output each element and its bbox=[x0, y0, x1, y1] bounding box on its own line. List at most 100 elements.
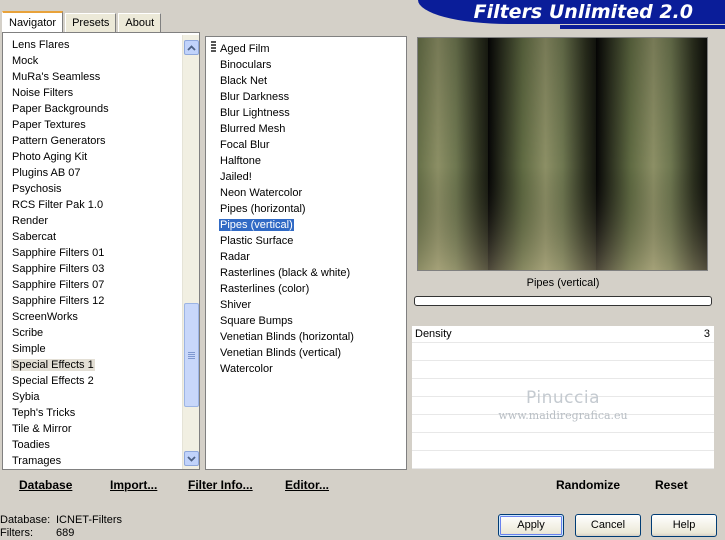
category-item[interactable]: Simple bbox=[3, 341, 199, 357]
filter-item[interactable]: Aged Film bbox=[206, 41, 406, 57]
chevron-down-icon bbox=[187, 455, 196, 462]
cancel-button[interactable]: Cancel bbox=[575, 514, 641, 537]
category-item[interactable]: Lens Flares bbox=[3, 37, 199, 53]
scroll-up-button[interactable] bbox=[184, 40, 199, 55]
chevron-up-icon bbox=[187, 44, 196, 51]
filter-item[interactable]: Blur Darkness bbox=[206, 89, 406, 105]
database-button[interactable]: Database bbox=[19, 478, 72, 492]
category-item-label: Sapphire Filters 12 bbox=[12, 295, 105, 307]
category-item[interactable]: Render bbox=[3, 213, 199, 229]
category-item-label: Teph's Tricks bbox=[12, 407, 76, 419]
category-item-label: Sabercat bbox=[12, 231, 57, 243]
category-item[interactable]: Scribe bbox=[3, 325, 199, 341]
category-item[interactable]: Tramages bbox=[3, 453, 199, 469]
filter-item[interactable]: Jailed! bbox=[206, 169, 406, 185]
category-item[interactable]: Paper Backgrounds bbox=[3, 101, 199, 117]
category-item-label: Paper Textures bbox=[12, 119, 86, 131]
category-item[interactable]: Sapphire Filters 12 bbox=[3, 293, 199, 309]
category-item[interactable]: ScreenWorks bbox=[3, 309, 199, 325]
category-item[interactable]: Photo Aging Kit bbox=[3, 149, 199, 165]
category-item[interactable]: MuRa's Seamless bbox=[3, 69, 199, 85]
filter-item[interactable]: Focal Blur bbox=[206, 137, 406, 153]
reset-button[interactable]: Reset bbox=[655, 478, 688, 492]
category-items: Lens Flares Mock MuRa's Seamless Noise Filt… bbox=[3, 37, 199, 469]
category-item[interactable]: Sapphire Filters 01 bbox=[3, 245, 199, 261]
filter-item[interactable]: Square Bumps bbox=[206, 313, 406, 329]
filter-item[interactable]: Pipes (vertical) bbox=[206, 217, 406, 233]
category-item[interactable]: Plugins AB 07 bbox=[3, 165, 199, 181]
category-item-label: Psychosis bbox=[12, 183, 62, 195]
filter-item[interactable]: Shiver bbox=[206, 297, 406, 313]
category-item[interactable]: Special Effects 1 bbox=[3, 357, 199, 373]
category-item[interactable]: Mock bbox=[3, 53, 199, 69]
filter-list[interactable]: Aged Film Binoculars Black Net Blur Darknes… bbox=[205, 36, 407, 470]
filter-item[interactable]: Blur Lightness bbox=[206, 105, 406, 121]
filter-item[interactable]: Neon Watercolor bbox=[206, 185, 406, 201]
help-button[interactable]: Help bbox=[651, 514, 717, 537]
category-item[interactable]: Sabercat bbox=[3, 229, 199, 245]
editor-button[interactable]: Editor... bbox=[285, 478, 329, 492]
filter-item[interactable]: Pipes (horizontal) bbox=[206, 201, 406, 217]
filter-item-label: Halftone bbox=[220, 155, 261, 167]
category-item-label: Tramages bbox=[12, 455, 62, 467]
category-item[interactable]: Tile & Mirror bbox=[3, 421, 199, 437]
status-filters: Filters: 689 bbox=[0, 527, 74, 540]
param-density[interactable]: Density 3 bbox=[412, 326, 714, 343]
filter-item-label: Black Net bbox=[220, 75, 268, 87]
tab-navigator[interactable]: Navigator bbox=[2, 11, 64, 32]
filter-item-label: Venetian Blinds (vertical) bbox=[220, 347, 342, 359]
filter-item[interactable]: Halftone bbox=[206, 153, 406, 169]
category-item[interactable]: Noise Filters bbox=[3, 85, 199, 101]
category-item-label: Scribe bbox=[12, 327, 44, 339]
category-item-label: Render bbox=[12, 215, 49, 227]
category-item[interactable]: RCS Filter Pak 1.0 bbox=[3, 197, 199, 213]
category-item[interactable]: Teph's Tricks bbox=[3, 405, 199, 421]
category-item[interactable]: Pattern Generators bbox=[3, 133, 199, 149]
filter-items: Aged Film Binoculars Black Net Blur Darknes… bbox=[206, 41, 406, 377]
tab-presets[interactable]: Presets bbox=[65, 13, 117, 32]
apply-button[interactable]: Apply bbox=[498, 514, 564, 537]
filter-item-label: Jailed! bbox=[220, 171, 252, 183]
category-scrollbar[interactable] bbox=[182, 35, 199, 469]
filter-item[interactable]: Radar bbox=[206, 249, 406, 265]
category-item-label: Pattern Generators bbox=[12, 135, 106, 147]
filter-item[interactable]: Black Net bbox=[206, 73, 406, 89]
banner-underline bbox=[560, 25, 725, 29]
app-title: Filters Unlimited 2.0 bbox=[473, 1, 693, 23]
filter-item-label: Blurred Mesh bbox=[220, 123, 286, 135]
param-name: Density bbox=[415, 328, 452, 340]
category-item-label: Mock bbox=[12, 55, 39, 67]
category-item[interactable]: Sapphire Filters 03 bbox=[3, 261, 199, 277]
filter-item-label: Rasterlines (color) bbox=[220, 283, 310, 295]
scroll-thumb[interactable] bbox=[184, 303, 199, 407]
filter-item[interactable]: Binoculars bbox=[206, 57, 406, 73]
category-item-label: Photo Aging Kit bbox=[12, 151, 88, 163]
filter-item[interactable]: Rasterlines (color) bbox=[206, 281, 406, 297]
param-row-empty bbox=[412, 344, 714, 361]
import-button[interactable]: Import... bbox=[110, 478, 157, 492]
pipes-preview-graphic bbox=[418, 38, 707, 270]
filter-item[interactable]: Plastic Surface bbox=[206, 233, 406, 249]
filter-item[interactable]: Blurred Mesh bbox=[206, 121, 406, 137]
filter-item[interactable]: Venetian Blinds (horizontal) bbox=[206, 329, 406, 345]
filter-info-button[interactable]: Filter Info... bbox=[188, 478, 253, 492]
category-item[interactable]: Toadies bbox=[3, 437, 199, 453]
filter-item-label: Plastic Surface bbox=[220, 235, 294, 247]
category-item[interactable]: Sapphire Filters 07 bbox=[3, 277, 199, 293]
filter-item-label: Square Bumps bbox=[220, 315, 293, 327]
category-item[interactable]: Psychosis bbox=[3, 181, 199, 197]
app-banner: Filters Unlimited 2.0 bbox=[418, 0, 725, 24]
scroll-down-button[interactable] bbox=[184, 451, 199, 466]
category-list[interactable]: Lens Flares Mock MuRa's Seamless Noise Filt… bbox=[2, 32, 200, 470]
category-item[interactable]: Sybia bbox=[3, 389, 199, 405]
randomize-button[interactable]: Randomize bbox=[556, 478, 620, 492]
category-item[interactable]: Special Effects 2 bbox=[3, 373, 199, 389]
filter-item[interactable]: Venetian Blinds (vertical) bbox=[206, 345, 406, 361]
filter-item[interactable]: Watercolor bbox=[206, 361, 406, 377]
tab-about[interactable]: About bbox=[118, 13, 162, 32]
category-item-label: MuRa's Seamless bbox=[12, 71, 101, 83]
param-value: 3 bbox=[703, 328, 710, 340]
preview-filter-name: Pipes (vertical) bbox=[526, 277, 600, 289]
filter-item[interactable]: Rasterlines (black & white) bbox=[206, 265, 406, 281]
category-item[interactable]: Paper Textures bbox=[3, 117, 199, 133]
